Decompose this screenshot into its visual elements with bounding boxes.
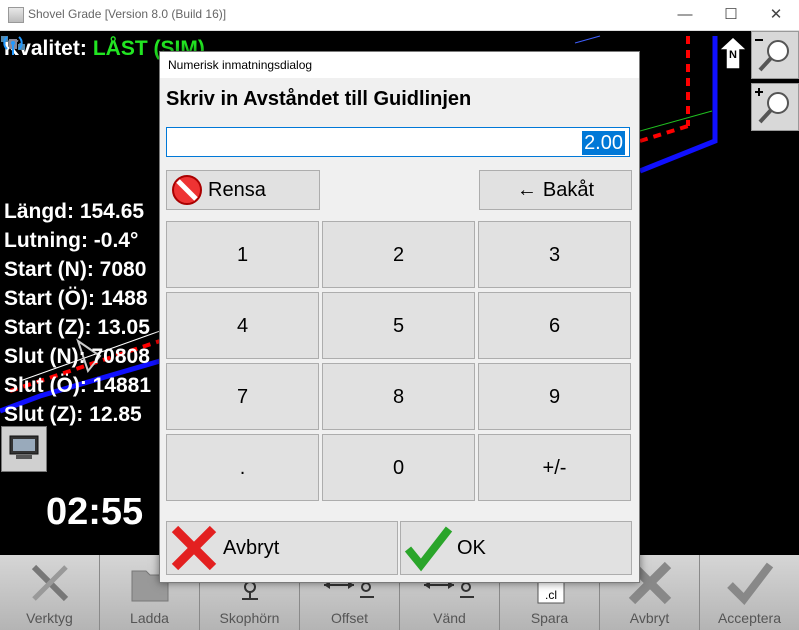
value-text: 2.00 — [582, 131, 625, 155]
key-7[interactable]: 7 — [166, 363, 319, 430]
dialog-heading: Skriv in Avståndet till Guidlinjen — [166, 88, 472, 110]
close-button[interactable]: ✕ — [753, 0, 799, 30]
toolbar-label: Vänd — [433, 610, 466, 626]
toolbar-label: Spara — [530, 610, 569, 626]
toolbar-label: Avbryt — [629, 610, 670, 626]
key-9[interactable]: 9 — [478, 363, 631, 430]
toolbar-label: Offset — [330, 610, 369, 626]
info-end-n: Slut (N): 70808 — [4, 345, 150, 368]
ok-label: OK — [457, 536, 486, 559]
value-input[interactable]: 2.00 — [166, 127, 630, 157]
ok-check-icon — [404, 526, 453, 572]
line-info-panel: Längd: 154.65 Lutning: -0.4° Start (N): … — [4, 197, 151, 429]
zoom-in-icon — [755, 88, 789, 124]
back-arrow-icon: ← — [516, 178, 537, 201]
save-badge: .cl — [545, 588, 557, 602]
zoom-in-button[interactable] — [751, 83, 799, 131]
toolbar-label: Skophörn — [219, 610, 280, 626]
zoom-out-button[interactable] — [751, 31, 799, 79]
toolbar-button-acceptera[interactable]: Acceptera — [700, 555, 799, 630]
zoom-out-icon — [755, 39, 789, 72]
key-decimal[interactable]: . — [166, 434, 319, 501]
app-icon — [8, 7, 24, 23]
info-end-e: Slut (Ö): 14881 — [4, 374, 152, 397]
info-start-n: Start (N): 7080 — [4, 258, 147, 281]
info-length: Längd: 154.65 — [4, 200, 145, 223]
north-label: N — [729, 49, 737, 61]
ok-button[interactable]: OK — [400, 521, 632, 575]
info-slope: Lutning: -0.4° — [4, 229, 139, 252]
clear-label: Rensa — [208, 178, 266, 201]
toolbar-label: Ladda — [130, 610, 169, 626]
window-title: Shovel Grade [Version 8.0 (Build 16)] — [28, 7, 227, 21]
backspace-label: Bakåt — [542, 178, 595, 201]
dialog-title: Numerisk inmatningsdialog — [160, 52, 639, 78]
clear-icon — [172, 175, 202, 205]
backspace-button[interactable]: ← Bakåt — [479, 170, 632, 210]
key-1[interactable]: 1 — [166, 221, 319, 288]
key-6[interactable]: 6 — [478, 292, 631, 359]
clear-button[interactable]: Rensa — [166, 170, 320, 210]
key-0[interactable]: 0 — [322, 434, 475, 501]
key-plus-minus[interactable]: +/- — [478, 434, 631, 501]
key-8[interactable]: 8 — [322, 363, 475, 430]
minimize-button[interactable]: — — [662, 0, 708, 30]
window-titlebar: Shovel Grade [Version 8.0 (Build 16)] — … — [0, 0, 799, 31]
info-start-z: Start (Z): 13.05 — [4, 316, 150, 339]
maximize-button[interactable]: ☐ — [708, 0, 754, 30]
cancel-label: Avbryt — [223, 536, 280, 559]
clock: 02:55 — [46, 491, 144, 533]
toolbar-label: Verktyg — [26, 610, 73, 626]
key-5[interactable]: 5 — [322, 292, 475, 359]
key-2[interactable]: 2 — [322, 221, 475, 288]
monitor-icon — [9, 435, 39, 459]
north-arrow-icon[interactable]: N — [718, 36, 748, 70]
wrench-icon — [31, 564, 68, 602]
key-3[interactable]: 3 — [478, 221, 631, 288]
info-end-z: Slut (Z): 12.85 — [4, 403, 142, 426]
key-4[interactable]: 4 — [166, 292, 319, 359]
numeric-input-dialog: Numerisk inmatningsdialog Skriv in Avstå… — [159, 51, 640, 583]
radio-signal-icon — [3, 36, 23, 55]
display-toggle-button[interactable] — [1, 426, 47, 472]
checkmark-icon — [726, 562, 773, 606]
cancel-button[interactable]: Avbryt — [166, 521, 398, 575]
info-start-e: Start (Ö): 1488 — [4, 287, 148, 310]
toolbar-button-verktyg[interactable]: Verktyg — [0, 555, 100, 630]
toolbar-label: Acceptera — [717, 610, 782, 626]
cancel-icon — [171, 525, 217, 571]
